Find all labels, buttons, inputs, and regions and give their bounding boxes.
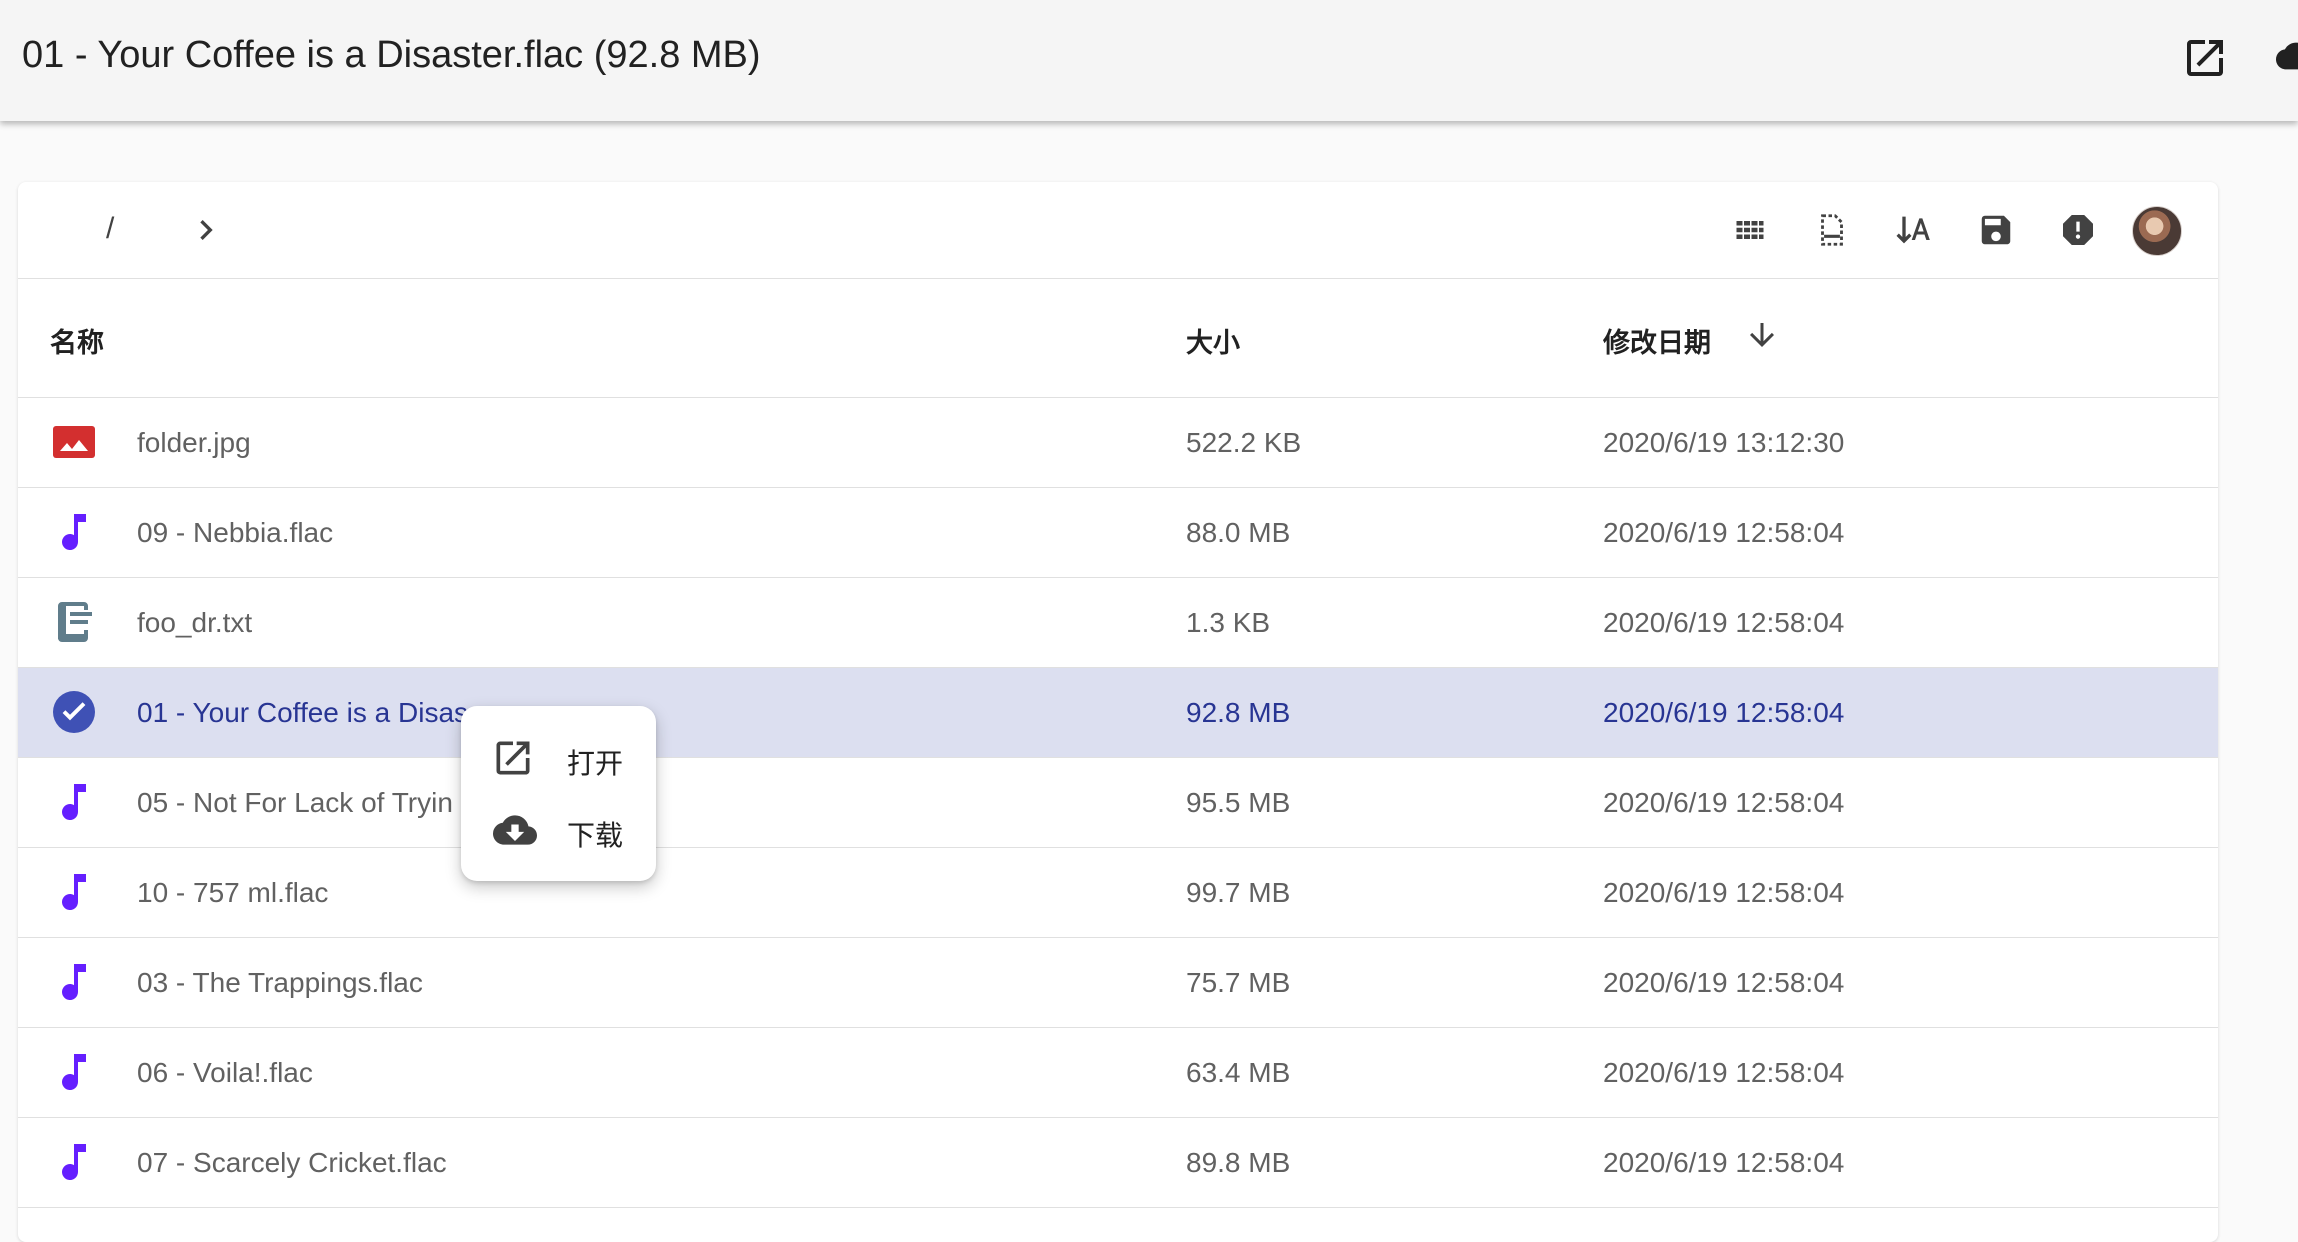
sort-by-alpha-icon[interactable] [1890, 206, 1938, 254]
file-name: folder.jpg [137, 427, 251, 458]
image-icon [50, 418, 98, 466]
file-size: 99.7 MB [1186, 877, 1291, 908]
file-name: foo_dr.txt [137, 607, 253, 638]
music-note-icon [50, 508, 98, 556]
file-name: 01 - Your Coffee is a Disas [137, 697, 469, 728]
arrow-down-icon[interactable] [1744, 317, 1780, 353]
file-modified-date: 2020/6/19 12:58:04 [1603, 967, 1845, 998]
file-size: 92.8 MB [1186, 697, 1291, 728]
file-modified-date: 2020/6/19 12:58:04 [1603, 1057, 1845, 1088]
file-list-card: / 名称 大小 修改日期 folder.jpg 522.2 KB 2020/6/19… [18, 182, 2218, 1242]
save-icon[interactable] [1972, 206, 2020, 254]
file-name: 07 - Scarcely Cricket.flac [137, 1147, 447, 1178]
page-title: 01 - Your Coffee is a Disaster.flac (92.… [22, 34, 761, 76]
open-in-new-icon[interactable] [2181, 34, 2229, 82]
table-row[interactable]: 09 - Nebbia.flac 88.0 MB 2020/6/19 12:58:0… [18, 488, 2218, 578]
file-name: 09 - Nebbia.flac [137, 517, 334, 548]
chevron-right-icon[interactable] [186, 210, 226, 250]
table-row[interactable]: 07 - Scarcely Cricket.flac 89.8 MB 2020/6/… [18, 1118, 2218, 1208]
file-name: 06 - Voila!.flac [137, 1057, 313, 1088]
file-modified-date: 2020/6/19 12:58:04 [1603, 517, 1845, 548]
file-size: 1.3 KB [1186, 607, 1271, 638]
table-row[interactable]: 10 - 757 ml.flac 99.7 MB 2020/6/19 12:58:0… [18, 848, 2218, 938]
music-note-icon [50, 1138, 98, 1186]
file-size: 95.5 MB [1186, 787, 1291, 818]
table-row[interactable]: folder.jpg 522.2 KB 2020/6/19 13:12:30 [18, 398, 2218, 488]
music-note-icon [50, 958, 98, 1006]
avatar[interactable] [2132, 206, 2182, 256]
breadcrumb-root[interactable]: / [106, 212, 114, 246]
file-modified-date: 2020/6/19 13:12:30 [1603, 427, 1845, 458]
file-modified-date: 2020/6/19 12:58:04 [1603, 1147, 1845, 1178]
file-modified-date: 2020/6/19 12:58:04 [1603, 877, 1845, 908]
open-in-new-icon [491, 736, 535, 780]
context-menu: 打开 下载 [461, 706, 656, 881]
table-row[interactable]: foo_dr.txt 1.3 KB 2020/6/19 12:58:04 [18, 578, 2218, 668]
table-row[interactable]: 05 - Not For Lack of Tryin 95.5 MB 2020/6/… [18, 758, 2218, 848]
app-bar: 01 - Your Coffee is a Disaster.flac (92.… [0, 0, 2298, 121]
check-circle-icon[interactable] [50, 688, 98, 736]
file-size: 89.8 MB [1186, 1147, 1291, 1178]
file-size: 75.7 MB [1186, 967, 1291, 998]
file-modified-date: 2020/6/19 12:58:04 [1603, 607, 1845, 638]
cloud-download-icon[interactable] [2276, 36, 2298, 76]
file-name: 05 - Not For Lack of Tryin [137, 787, 453, 818]
file-size: 63.4 MB [1186, 1057, 1291, 1088]
file-name: 03 - The Trappings.flac [137, 967, 423, 998]
file-size: 522.2 KB [1186, 427, 1302, 458]
menu-item-label: 打开 [567, 748, 624, 779]
listing-toolbar: / [18, 182, 2218, 279]
music-note-icon [50, 1048, 98, 1096]
file-modified-date: 2020/6/19 12:58:04 [1603, 697, 1845, 728]
music-note-icon [50, 778, 98, 826]
file-modified-date: 2020/6/19 12:58:04 [1603, 787, 1845, 818]
column-header-name[interactable]: 名称 [50, 321, 104, 360]
file-size: 88.0 MB [1186, 517, 1291, 548]
menu-item-download[interactable]: 下载 [461, 794, 656, 866]
table-row[interactable]: 01 - Your Coffee is a Disas 92.8 MB 2020/6… [18, 668, 2218, 758]
column-header-modified[interactable]: 修改日期 [1603, 321, 1711, 360]
table-row[interactable]: 03 - The Trappings.flac 75.7 MB 2020/6/19 … [18, 938, 2218, 1028]
report-icon[interactable] [2054, 206, 2102, 254]
column-header-size[interactable]: 大小 [1186, 321, 1240, 360]
cloud-download-icon [491, 808, 537, 852]
menu-item-label: 下载 [567, 820, 624, 851]
menu-item-open[interactable]: 打开 [461, 722, 656, 794]
table-header: 名称 大小 修改日期 [18, 279, 2218, 398]
select-file-icon[interactable] [1808, 206, 1856, 254]
file-name: 10 - 757 ml.flac [137, 877, 329, 908]
grid-view-icon[interactable] [1726, 206, 1774, 254]
table-row[interactable]: 06 - Voila!.flac 63.4 MB 2020/6/19 12:58:0… [18, 1028, 2218, 1118]
music-note-icon [50, 868, 98, 916]
text-file-icon [50, 598, 98, 646]
